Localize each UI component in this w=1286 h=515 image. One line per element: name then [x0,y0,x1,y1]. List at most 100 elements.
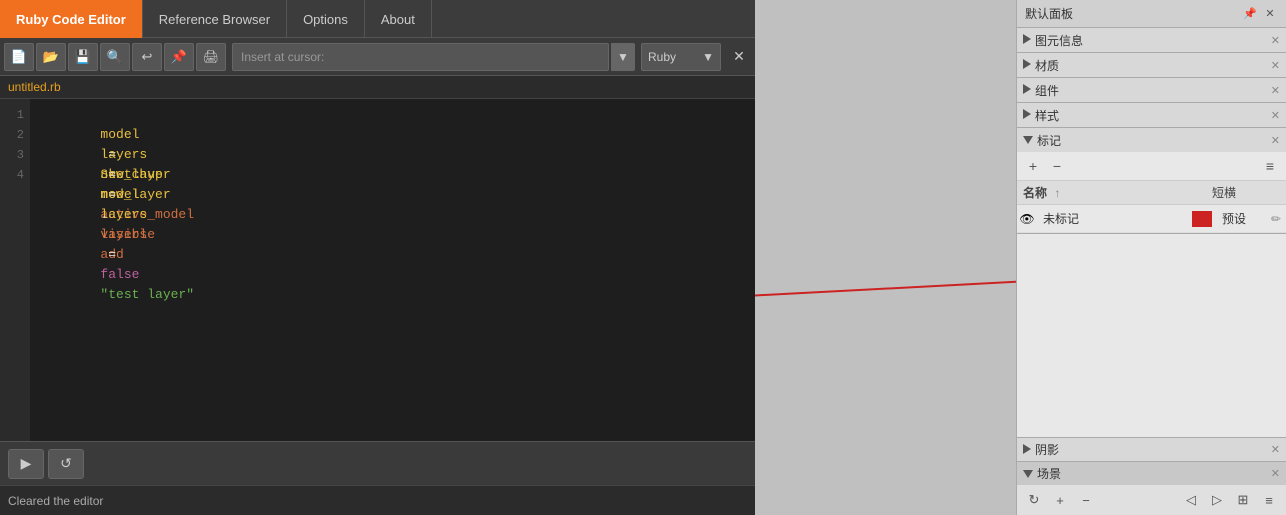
tags-close[interactable]: ✕ [1271,134,1280,147]
move-right-icon: ▷ [1212,492,1222,508]
status-message: Cleared the editor [8,494,103,508]
components-label: 组件 [1035,82,1059,99]
materials-section: 材质 ✕ [1017,53,1286,78]
undo-icon: ↩ [142,49,153,65]
tags-section: 标记 ✕ + − ≡ 名称 ↑ 短横 [1017,128,1286,234]
tags-triangle [1023,133,1033,147]
dropdown-arrow-icon: ▼ [617,50,629,64]
tab-bar: Ruby Code Editor Reference Browser Optio… [0,0,755,38]
new-file-button[interactable]: 📄 [4,43,34,71]
col-short-header: 短横 [1206,181,1286,204]
new-icon: 📄 [11,49,27,65]
language-dropdown[interactable]: Ruby ▼ [641,43,721,71]
eye-icon: 👁 [1019,212,1034,226]
components-close[interactable]: ✕ [1271,84,1280,97]
components-triangle [1023,83,1031,97]
styles-header[interactable]: 样式 ✕ [1017,103,1286,127]
components-header[interactable]: 组件 ✕ [1017,78,1286,102]
insert-cursor-dropdown[interactable]: ▼ [611,43,635,71]
run-toolbar: ▶ ↺ [0,441,755,485]
tags-header[interactable]: 标记 ✕ [1017,128,1286,152]
shadow-close[interactable]: ✕ [1271,443,1280,456]
scene-refresh-button[interactable]: ↻ [1023,489,1045,511]
tab-reference-browser[interactable]: Reference Browser [143,0,287,38]
red-line [755,264,1016,297]
save-file-button[interactable]: 💾 [68,43,98,71]
scene-close[interactable]: ✕ [1271,467,1280,480]
scene-move-left-button[interactable]: ◁ [1180,489,1202,511]
tags-table: 名称 ↑ 短横 👁 未标记 预设 ✏ [1017,181,1286,233]
shadow-section-header[interactable]: 阴影 ✕ [1017,437,1286,461]
open-icon: 📂 [43,49,59,65]
panel-close-icon: ✕ [1265,7,1274,20]
scene-label: 场景 [1037,465,1061,482]
code-line-2: layers = model . layers [38,125,747,145]
row-name: 未标记 [1037,208,1188,229]
styles-label: 样式 [1035,107,1059,124]
col-name-header: 名称 ↑ [1017,181,1206,204]
search-icon: 🔍 [107,49,123,65]
scene-remove-icon: − [1082,493,1090,508]
shadow-triangle [1023,443,1031,457]
scene-detail-icon: ≡ [1265,493,1273,508]
line-num-3: 3 [17,145,24,165]
tab-options[interactable]: Options [287,0,365,38]
entity-info-close[interactable]: ✕ [1271,34,1280,47]
panel-close-button[interactable]: ✕ [1262,6,1278,22]
tags-toolbar: + − ≡ [1017,152,1286,181]
search-button[interactable]: 🔍 [100,43,130,71]
move-left-icon: ◁ [1186,492,1196,508]
right-panel-header: 默认面板 📌 ✕ [1017,0,1286,28]
panel-pin-button[interactable]: 📌 [1242,6,1258,22]
right-panel: 默认面板 📌 ✕ 图元信息 ✕ 材质 ✕ [1016,0,1286,515]
styles-section: 样式 ✕ [1017,103,1286,128]
row-eye[interactable]: 👁 [1017,212,1037,226]
row-edit-button[interactable]: ✏ [1266,212,1286,226]
tags-label: 标记 [1037,132,1061,149]
line-numbers: 1 2 3 4 [0,99,30,441]
tags-remove-button[interactable]: − [1047,156,1067,176]
middle-area [755,0,1016,515]
clear-button[interactable]: ↺ [48,449,84,479]
run-button[interactable]: ▶ [8,449,44,479]
materials-header[interactable]: 材质 ✕ [1017,53,1286,77]
print-button[interactable]: 🖨 [196,43,226,71]
tags-add-button[interactable]: + [1023,156,1043,176]
materials-close[interactable]: ✕ [1271,59,1280,72]
editor-toolbar: 📄 📂 💾 🔍 ↩ 📌 🖨 Insert at cursor: ▼ Ruby ▼ [0,38,755,76]
edit-icon: ✏ [1271,212,1281,226]
grid-icon: ⊞ [1238,492,1249,508]
tab-about[interactable]: About [365,0,432,38]
scene-move-right-button[interactable]: ▷ [1206,489,1228,511]
scene-grid-button[interactable]: ⊞ [1232,489,1254,511]
line-num-4: 4 [17,165,24,185]
tab-ruby-editor[interactable]: Ruby Code Editor [0,0,143,38]
code-area[interactable]: 1 2 3 4 model = Sketchup . active_model … [0,99,755,441]
editor-panel: Ruby Code Editor Reference Browser Optio… [0,0,755,515]
scene-remove-button[interactable]: − [1075,489,1097,511]
insert-cursor-box: Insert at cursor: [232,43,609,71]
tags-table-row: 👁 未标记 预设 ✏ [1017,205,1286,233]
styles-close[interactable]: ✕ [1271,109,1280,122]
tags-detail-button[interactable]: ≡ [1260,156,1280,176]
pin-button[interactable]: 📌 [164,43,194,71]
entity-info-triangle [1023,33,1031,47]
editor-close-button[interactable]: ✕ [727,45,751,69]
entity-info-header[interactable]: 图元信息 ✕ [1017,28,1286,52]
print-icon: 🖨 [203,49,220,65]
tags-remove-icon: − [1053,158,1061,174]
panel-title: 默认面板 [1025,5,1073,22]
undo-button[interactable]: ↩ [132,43,162,71]
code-content[interactable]: model = Sketchup . active_model layers =… [30,99,755,441]
tags-add-icon: + [1029,158,1037,174]
scene-section-header[interactable]: 场景 ✕ [1017,461,1286,485]
scene-add-button[interactable]: + [1049,489,1071,511]
line-num-1: 1 [17,105,24,125]
row-short: 预设 [1216,208,1266,229]
save-icon: 💾 [75,49,91,65]
row-color-swatch[interactable] [1192,211,1212,227]
open-file-button[interactable]: 📂 [36,43,66,71]
code-line-1: model = Sketchup . active_model [38,105,747,125]
scene-detail-button[interactable]: ≡ [1258,489,1280,511]
tags-table-header: 名称 ↑ 短横 [1017,181,1286,205]
